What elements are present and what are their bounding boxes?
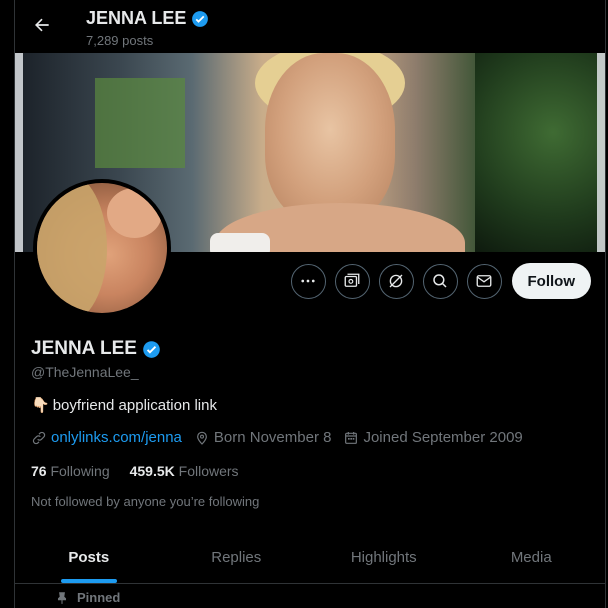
followed-by-note: Not followed by anyone you’re following xyxy=(31,494,260,509)
pin-icon xyxy=(57,591,67,604)
following-label: Following xyxy=(50,463,110,479)
location-pin-icon xyxy=(196,431,207,445)
back-arrow-icon[interactable] xyxy=(29,12,55,38)
header-posts-count: 7,289 posts xyxy=(86,33,154,48)
following-link[interactable]: 76 Following xyxy=(31,463,110,479)
joined-text: Joined September 2009 xyxy=(363,429,523,446)
following-count: 76 xyxy=(31,463,47,479)
tab-posts-label: Posts xyxy=(68,549,110,566)
followers-link[interactable]: 459.5K Followers xyxy=(130,463,239,479)
grok-button[interactable] xyxy=(378,263,414,299)
tab-media-label: Media xyxy=(510,549,552,566)
active-tab-indicator xyxy=(60,579,117,583)
calendar-icon xyxy=(345,431,358,444)
profile-header-bar: JENNA LEE 7,289 posts xyxy=(15,0,605,53)
grok-icon xyxy=(389,274,403,288)
subscribe-icon xyxy=(344,273,360,287)
search-icon xyxy=(433,274,447,288)
more-button[interactable] xyxy=(290,263,326,299)
tab-posts[interactable]: Posts xyxy=(15,532,163,583)
tab-media[interactable]: Media xyxy=(458,532,606,583)
header-name-text: JENNA LEE xyxy=(86,8,187,28)
verified-badge-icon[interactable] xyxy=(142,340,161,359)
profile-handle: @TheJennaLee_ xyxy=(31,364,139,380)
pinned-label: Pinned xyxy=(77,590,121,605)
tab-replies[interactable]: Replies xyxy=(163,532,311,583)
profile-link[interactable]: onlylinks.com/jenna xyxy=(31,429,182,446)
avatar[interactable] xyxy=(33,179,171,317)
profile-joined: Joined September 2009 xyxy=(343,429,523,446)
follow-button[interactable]: Follow xyxy=(511,263,591,299)
followers-label: Followers xyxy=(178,463,239,479)
profile-birthday: Born November 8 xyxy=(194,429,332,446)
profile-display-name: JENNA LEE xyxy=(31,338,161,360)
profile-actions: Follow xyxy=(290,263,591,299)
tab-highlights[interactable]: Highlights xyxy=(310,532,458,583)
message-icon xyxy=(476,275,492,287)
tab-highlights-label: Highlights xyxy=(350,549,417,566)
more-icon xyxy=(301,279,315,283)
profile-name-text: JENNA LEE xyxy=(31,338,137,359)
profile-bio: 👇🏻 boyfriend application link xyxy=(31,396,217,415)
follow-counts: 76 Following 459.5K Followers xyxy=(31,463,239,479)
followers-count: 459.5K xyxy=(129,463,175,479)
tab-replies-label: Replies xyxy=(211,549,262,566)
profile-page: JENNA LEE 7,289 posts Follow JENNA LEE @… xyxy=(14,0,606,608)
pinned-indicator: Pinned xyxy=(55,590,120,605)
search-button[interactable] xyxy=(422,263,458,299)
header-display-name: JENNA LEE xyxy=(86,8,209,29)
bio-text: boyfriend application link xyxy=(52,396,217,414)
message-button[interactable] xyxy=(466,263,502,299)
subscribe-button[interactable] xyxy=(334,263,370,299)
profile-link-text[interactable]: onlylinks.com/jenna xyxy=(51,429,182,446)
profile-meta: onlylinks.com/jenna Born November 8 Join… xyxy=(31,429,523,446)
birthday-text: Born November 8 xyxy=(213,429,332,446)
profile-tabs: Posts Replies Highlights Media xyxy=(15,532,605,584)
pointing-down-emoji: 👇🏻 xyxy=(31,397,50,414)
verified-badge-icon xyxy=(192,10,209,27)
link-icon xyxy=(32,431,46,444)
